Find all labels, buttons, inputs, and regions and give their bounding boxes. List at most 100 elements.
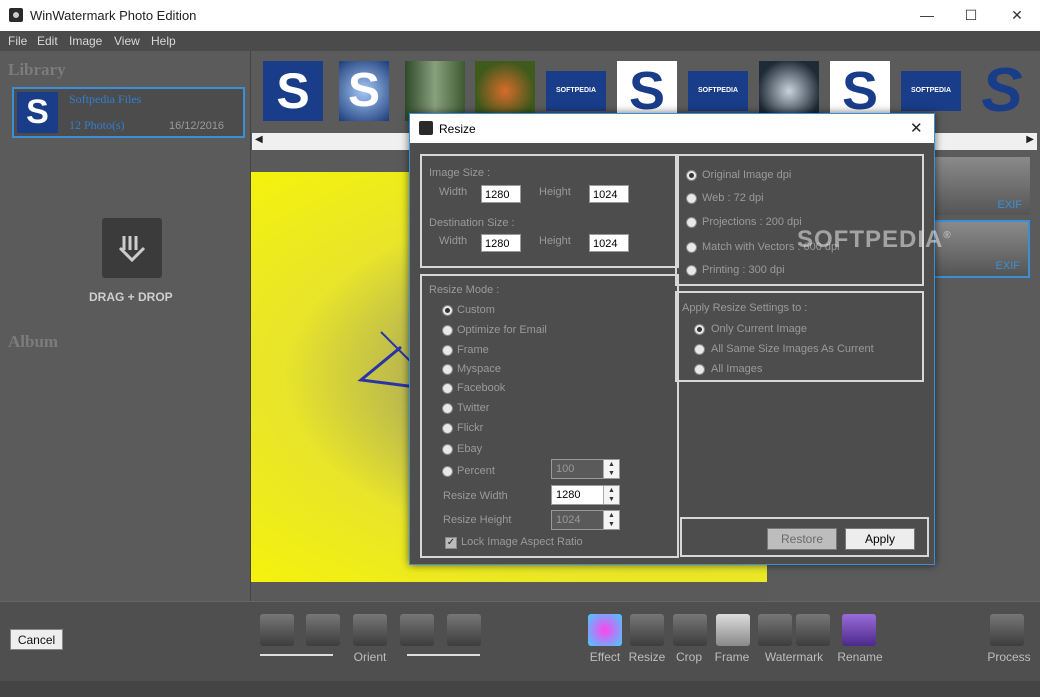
- dpi-radio-web[interactable]: [686, 193, 697, 204]
- rotate-left-icon[interactable]: [260, 614, 294, 646]
- effect-icon[interactable]: [588, 614, 622, 646]
- rotate-right-icon[interactable]: [306, 614, 340, 646]
- destination-width-field[interactable]: 1280: [481, 234, 521, 252]
- resize-width-spinner[interactable]: 1280 ▲ ▼: [551, 485, 620, 505]
- width-label: Width: [439, 235, 468, 247]
- cancel-button[interactable]: Cancel: [10, 629, 63, 650]
- spinner-arrows-icon[interactable]: ▲ ▼: [603, 460, 619, 478]
- menu-edit[interactable]: Edit: [37, 34, 58, 48]
- maximize-button[interactable]: ☐: [948, 0, 994, 31]
- process-icon[interactable]: [990, 614, 1024, 646]
- thumbnail[interactable]: SOFTPEDIA: [901, 71, 961, 111]
- resize-label[interactable]: Resize: [626, 650, 668, 664]
- resize-mode-group: Resize Mode : Custom Optimize for Email …: [420, 274, 679, 558]
- mode-label[interactable]: Flickr: [457, 422, 483, 434]
- apply-label[interactable]: All Images: [711, 363, 762, 375]
- watermark-label[interactable]: Watermark: [760, 650, 828, 664]
- apply-label[interactable]: All Same Size Images As Current: [711, 343, 874, 355]
- rename-icon[interactable]: [842, 614, 876, 646]
- crop-label[interactable]: Crop: [671, 650, 707, 664]
- lock-aspect-checkbox[interactable]: ✓: [445, 537, 457, 549]
- mode-label[interactable]: Ebay: [457, 443, 482, 455]
- mode-radio-frame[interactable]: [442, 345, 453, 356]
- restore-button[interactable]: Restore: [767, 528, 837, 550]
- mode-radio-twitter[interactable]: [442, 403, 453, 414]
- mode-label[interactable]: Frame: [457, 344, 489, 356]
- thumbnail[interactable]: SOFTPEDIA: [688, 71, 748, 111]
- thumbnail[interactable]: SOFTPEDIA: [546, 71, 606, 111]
- apply-radio-same-size[interactable]: [694, 344, 705, 355]
- library-item[interactable]: S Softpedia Files 12 Photo(s) 16/12/2016: [12, 87, 245, 138]
- mode-radio-percent[interactable]: [442, 466, 453, 477]
- drag-drop-button[interactable]: [102, 218, 162, 278]
- scroll-left-icon[interactable]: ◀: [255, 134, 263, 145]
- thumbnail[interactable]: [475, 61, 535, 121]
- apply-radio-current[interactable]: [694, 324, 705, 335]
- dpi-radio-original[interactable]: [686, 170, 697, 181]
- thumbnail[interactable]: S: [617, 61, 677, 121]
- mode-label[interactable]: Percent: [457, 465, 495, 477]
- mode-radio-myspace[interactable]: [442, 364, 453, 375]
- thumbnail[interactable]: S: [830, 61, 890, 121]
- mode-label[interactable]: Optimize for Email: [457, 324, 547, 336]
- text-watermark-icon[interactable]: [796, 614, 830, 646]
- dpi-label[interactable]: Printing : 300 dpi: [702, 264, 785, 276]
- apply-radio-all[interactable]: [694, 364, 705, 375]
- resize-height-spinner[interactable]: 1024 ▲ ▼: [551, 510, 620, 530]
- rename-label[interactable]: Rename: [836, 650, 884, 664]
- mode-label[interactable]: Custom: [457, 304, 495, 316]
- camera-icon[interactable]: [758, 614, 792, 646]
- mode-radio-facebook[interactable]: [442, 383, 453, 394]
- dpi-label[interactable]: Original Image dpi: [702, 169, 791, 181]
- spinner-arrows-icon[interactable]: ▲ ▼: [603, 511, 619, 529]
- orient-icon[interactable]: [353, 614, 387, 646]
- mode-radio-flickr[interactable]: [442, 423, 453, 434]
- image-height-field[interactable]: 1024: [589, 185, 629, 203]
- mode-radio-custom[interactable]: [442, 305, 453, 316]
- thumbnail[interactable]: S: [339, 61, 389, 121]
- close-button[interactable]: ✕: [994, 0, 1040, 31]
- library-item-thumbnail: S: [17, 92, 58, 133]
- process-label[interactable]: Process: [986, 650, 1032, 664]
- image-width-field[interactable]: 1280: [481, 185, 521, 203]
- softpedia-watermark: SOFTPEDIA®: [797, 226, 952, 254]
- menu-image[interactable]: Image: [69, 34, 102, 48]
- flip-vertical-icon[interactable]: [447, 614, 481, 646]
- effect-label[interactable]: Effect: [583, 650, 627, 664]
- lock-aspect-label[interactable]: Lock Image Aspect Ratio: [461, 536, 583, 548]
- watermark-reg: ®: [943, 230, 952, 241]
- flip-horizontal-icon[interactable]: [400, 614, 434, 646]
- thumbnail[interactable]: S: [263, 61, 323, 121]
- apply-settings-group: Apply Resize Settings to : Only Current …: [675, 291, 924, 382]
- dialog-close-button[interactable]: ✕: [910, 119, 923, 137]
- crop-icon[interactable]: [673, 614, 707, 646]
- percent-spinner[interactable]: 100 ▲ ▼: [551, 459, 620, 479]
- dpi-radio-projections[interactable]: [686, 217, 697, 228]
- destination-height-field[interactable]: 1024: [589, 234, 629, 252]
- minimize-button[interactable]: —: [904, 0, 950, 31]
- spinner-arrows-icon[interactable]: ▲ ▼: [603, 486, 619, 504]
- apply-label[interactable]: Only Current Image: [711, 323, 807, 335]
- dpi-label[interactable]: Projections : 200 dpi: [702, 216, 802, 228]
- thumbnail[interactable]: S: [972, 60, 1032, 122]
- mode-label[interactable]: Twitter: [457, 402, 489, 414]
- scroll-right-icon[interactable]: ▶: [1026, 134, 1034, 145]
- frame-icon[interactable]: [716, 614, 750, 646]
- mode-radio-ebay[interactable]: [442, 444, 453, 455]
- thumbnail[interactable]: [405, 61, 465, 121]
- mode-radio-email[interactable]: [442, 325, 453, 336]
- mode-label[interactable]: Myspace: [457, 363, 501, 375]
- frame-label[interactable]: Frame: [712, 650, 752, 664]
- library-item-name: Softpedia Files: [69, 92, 142, 106]
- resize-icon[interactable]: [630, 614, 664, 646]
- dpi-radio-printing[interactable]: [686, 265, 697, 276]
- dialog-app-icon: [419, 121, 433, 135]
- menu-view[interactable]: View: [114, 34, 140, 48]
- dpi-label[interactable]: Web : 72 dpi: [702, 192, 764, 204]
- apply-button[interactable]: Apply: [845, 528, 915, 550]
- thumbnail[interactable]: [759, 61, 819, 121]
- mode-label[interactable]: Facebook: [457, 382, 505, 394]
- menu-file[interactable]: File: [8, 34, 27, 48]
- dpi-radio-vectors[interactable]: [686, 242, 697, 253]
- menu-help[interactable]: Help: [151, 34, 176, 48]
